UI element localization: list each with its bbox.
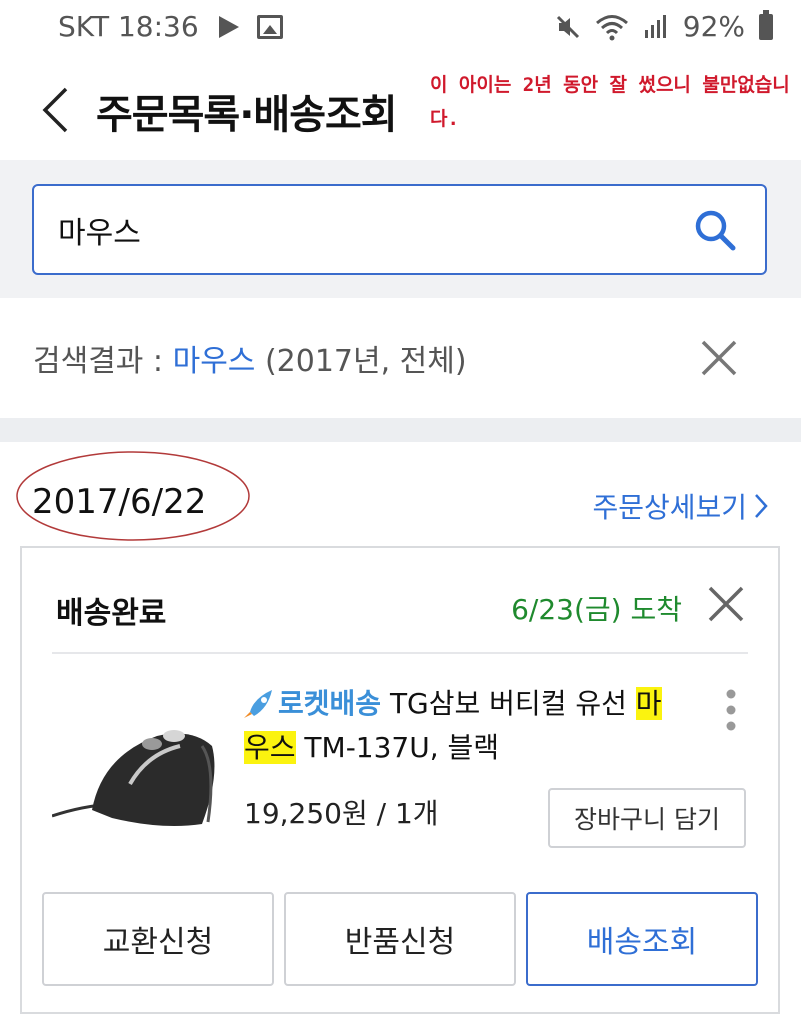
keyword-highlight-2: 우스 [244,731,296,764]
image-icon [256,14,283,39]
add-to-cart-button[interactable]: 장바구니 담기 [548,788,746,848]
signal-icon [644,14,666,38]
search-area [0,160,801,298]
status-bar-left: SKT 18:36 [58,10,283,43]
return-request-button[interactable]: 반품신청 [284,892,516,986]
header: 주문목록·배송조회 이 아이는 2년 동안 잘 썼으니 불만없습니다. [0,56,801,160]
status-bar-right: 92% [555,9,773,43]
order-detail-link[interactable]: 주문상세보기 [592,486,769,526]
order-section: 2017/6/22 주문상세보기 배송완료 6/23(금) 도착 로켓배송 TG… [0,442,801,1024]
close-icon[interactable] [699,338,739,378]
exchange-request-button[interactable]: 교환신청 [42,892,274,986]
mute-icon [556,15,579,38]
wifi-icon [595,14,628,40]
arrival-date: 6/23(금) 도착 [511,593,682,626]
back-arrow-icon[interactable] [40,86,70,134]
battery-percent: 92% [682,10,745,43]
status-bar: SKT 18:36 92% [0,0,801,56]
annotation-note: 이 아이는 2년 동안 잘 썼으니 불만없습니다. [430,74,790,130]
order-detail-label: 주문상세보기 [592,491,747,524]
order-card: 배송완료 6/23(금) 도착 로켓배송 TG삼보 버티컬 유선 마우스 TM-… [20,546,780,1014]
product-name-part2: TM-137U, 블랙 [295,731,500,764]
search-input[interactable] [58,206,658,254]
search-icon[interactable] [693,208,737,252]
delete-order-icon[interactable] [706,584,746,624]
product-name-part1: TG삼보 버티컬 유선 [381,687,636,720]
search-result-row: 검색결과 : 마우스 (2017년, 전체) [0,298,801,418]
more-options-icon[interactable] [724,688,738,732]
product-image[interactable] [52,706,222,836]
rocket-delivery-label: 로켓배송 [278,687,382,720]
order-actions: 교환신청 반품신청 배송조회 [42,892,762,986]
track-delivery-button[interactable]: 배송조회 [526,892,758,986]
play-icon [218,15,239,38]
result-keyword: 마우스 [172,344,256,379]
delivery-status: 배송완료 [56,596,167,631]
search-result-text: 검색결과 : 마우스 (2017년, 전체) [33,336,467,380]
product-name[interactable]: 로켓배송 TG삼보 버티컬 유선 마우스 TM-137U, 블랙 [244,682,694,770]
rocket-icon [244,690,272,718]
result-suffix: (2017년, 전체) [255,344,467,379]
carrier-time: SKT 18:36 [58,10,199,43]
product-price: 19,250원 / 1개 [244,797,439,830]
battery-icon [759,9,773,40]
order-date: 2017/6/22 [32,482,207,522]
page-title: 주문목록·배송조회 [96,92,398,138]
search-box [32,184,767,275]
result-prefix: 검색결과 : [33,344,173,379]
card-divider [52,652,748,654]
chevron-right-icon [755,494,768,518]
keyword-highlight-1: 마 [635,687,662,720]
section-divider [0,418,801,442]
